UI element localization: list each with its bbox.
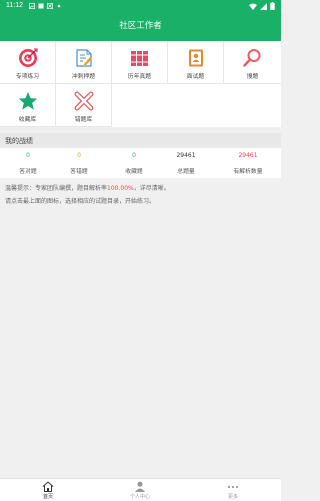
grid-item-label: 搜题 bbox=[246, 74, 259, 80]
bottom-nav: 首页 个人中心 更多 bbox=[0, 478, 281, 501]
tab-label: 更多 bbox=[227, 494, 238, 500]
stat-label: 总题量 bbox=[177, 169, 195, 175]
star-icon bbox=[18, 92, 38, 110]
stat-wrong: 0 答错题 bbox=[51, 148, 107, 178]
home-icon bbox=[42, 481, 54, 492]
tab-label: 个人中心 bbox=[129, 494, 150, 500]
battery-icon bbox=[270, 2, 275, 10]
stat-label: 答错题 bbox=[70, 169, 88, 175]
stat-value: 0 bbox=[132, 152, 136, 159]
tip-line-1: 温馨提示：专家团队编撰，题目解析率100.00%，详尽清晰。 bbox=[5, 182, 276, 195]
section-title: 我的战绩 bbox=[5, 137, 33, 145]
more-dots-icon bbox=[227, 485, 239, 489]
tab-profile[interactable]: 个人中心 bbox=[112, 479, 168, 501]
section-header: 我的战绩 bbox=[0, 133, 281, 148]
grid-item-label: 专项练习 bbox=[15, 74, 40, 80]
feature-grid: 专项练习 冲刺押题 历年真题 面试题 搜题 收藏库 错题库 bbox=[0, 41, 281, 127]
analysis-rate: 100.00% bbox=[107, 185, 134, 192]
grid-item-label: 冲刺押题 bbox=[71, 74, 96, 80]
tips-text: 温馨提示：专家团队编撰，题目解析率100.00%，详尽清晰。 请点击最上面的图标… bbox=[5, 182, 276, 208]
grid-item-search[interactable]: 搜题 bbox=[224, 41, 281, 84]
tip-prefix: 温馨提示：专家团队编撰，题目解析率 bbox=[5, 185, 108, 192]
contacts-book-icon bbox=[189, 49, 203, 67]
dot-icon bbox=[57, 4, 61, 8]
person-icon bbox=[135, 481, 145, 492]
stat-total: 29461 总题量 bbox=[158, 148, 214, 178]
grid-item-favorites[interactable]: 收藏库 bbox=[0, 84, 56, 127]
search-icon bbox=[243, 49, 261, 67]
stats-row: 0 答对题 0 答错题 0 收藏题 29461 总题量 29461 有解析数量 bbox=[0, 148, 281, 178]
grid-item-sprint-predict[interactable]: 冲刺押题 bbox=[56, 41, 112, 84]
grid-item-wrong-questions[interactable]: 错题库 bbox=[56, 84, 112, 127]
wrong-x-icon bbox=[74, 91, 94, 111]
stat-value: 29461 bbox=[176, 152, 196, 159]
stat-correct: 0 答对题 bbox=[0, 148, 56, 178]
stat-label: 答对题 bbox=[19, 169, 37, 175]
page-title: 社区工作者 bbox=[119, 21, 162, 31]
status-time: 11:12 bbox=[6, 2, 23, 9]
books-icon bbox=[131, 51, 148, 66]
grid-item-label: 历年真题 bbox=[127, 74, 152, 80]
signal-icon bbox=[260, 2, 267, 10]
tab-home[interactable]: 首页 bbox=[20, 479, 76, 501]
tip-suffix: ，详尽清晰。 bbox=[133, 185, 170, 192]
stat-with-analysis: 29461 有解析数量 bbox=[220, 148, 276, 178]
stat-label: 有解析数量 bbox=[233, 169, 263, 175]
stat-favorites: 0 收藏题 bbox=[106, 148, 162, 178]
wifi-icon bbox=[249, 3, 257, 10]
grid-item-past-exams[interactable]: 历年真题 bbox=[112, 41, 168, 84]
grid-item-interview[interactable]: 面试题 bbox=[168, 41, 224, 84]
grid-item-label: 面试题 bbox=[186, 74, 205, 80]
image-notification-icon bbox=[29, 3, 35, 9]
stat-value: 0 bbox=[77, 152, 81, 159]
grid-item-label: 收藏库 bbox=[18, 117, 37, 123]
stat-label: 收藏题 bbox=[125, 169, 143, 175]
tab-label: 首页 bbox=[42, 494, 53, 500]
app-bar: 社区工作者 bbox=[0, 12, 281, 41]
target-icon bbox=[19, 48, 38, 67]
grid-item-special-practice[interactable]: 专项练习 bbox=[0, 41, 56, 84]
stat-value: 29461 bbox=[238, 152, 258, 159]
status-bar: 11:12 bbox=[0, 0, 281, 12]
tab-more[interactable]: 更多 bbox=[205, 479, 261, 501]
grid-item-label: 错题库 bbox=[74, 117, 93, 123]
stat-value: 0 bbox=[26, 152, 30, 159]
tip-line-2: 请点击最上面的图标，选择相应的试题目录，开始练习。 bbox=[5, 198, 156, 205]
close-box-icon bbox=[47, 3, 53, 9]
notification-icon bbox=[38, 3, 44, 9]
edit-document-icon bbox=[76, 49, 92, 67]
